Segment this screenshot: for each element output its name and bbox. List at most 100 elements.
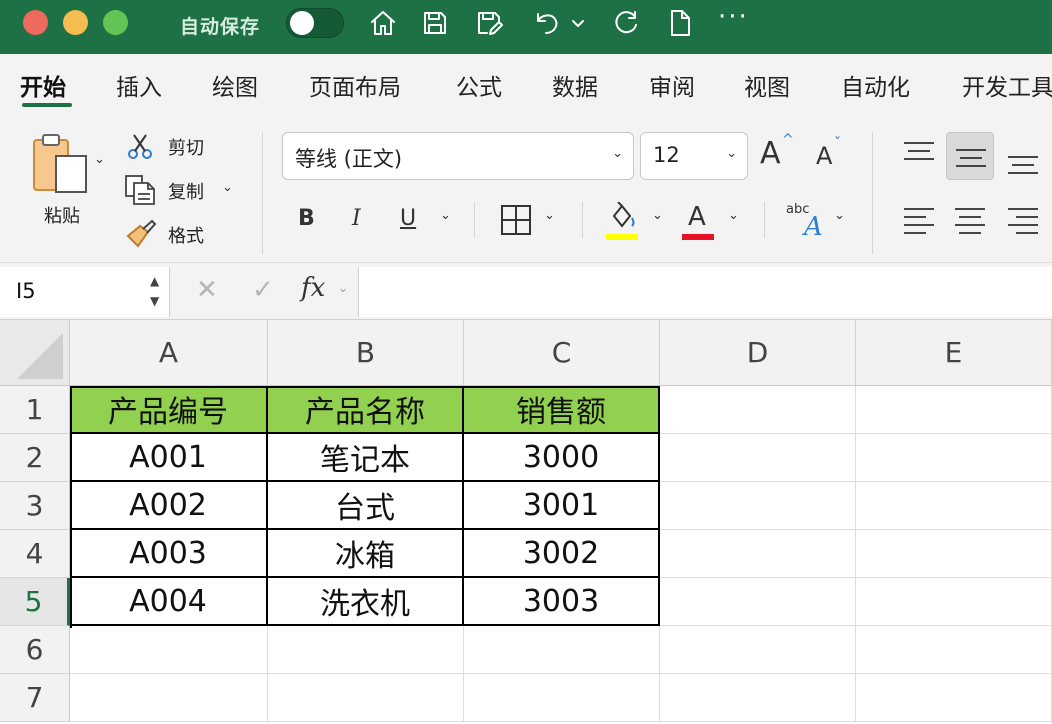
tab-formulas[interactable]: 公式 [456, 68, 502, 102]
underline-button[interactable]: U [400, 206, 416, 231]
cell-e6[interactable] [856, 626, 1052, 674]
new-file-icon[interactable] [663, 6, 697, 40]
tab-developer[interactable]: 开发工具 [962, 68, 1052, 102]
column-header-a[interactable]: A [70, 320, 268, 386]
cell-a1[interactable]: 产品编号 [70, 386, 268, 434]
cancel-icon[interactable]: ✕ [196, 275, 218, 305]
column-header-c[interactable]: C [464, 320, 660, 386]
cell-a2[interactable]: A001 [70, 434, 268, 482]
align-center-icon[interactable] [946, 196, 994, 244]
more-icon[interactable]: ··· [718, 2, 749, 32]
cell-a4[interactable]: A003 [70, 530, 268, 578]
italic-button[interactable]: I [352, 206, 361, 231]
cell-b2[interactable]: 笔记本 [268, 434, 464, 482]
column-header-e[interactable]: E [856, 320, 1052, 386]
cell-b4[interactable]: 冰箱 [268, 530, 464, 578]
column-header-d[interactable]: D [660, 320, 856, 386]
row-header-6[interactable]: 6 [0, 626, 70, 674]
font-size-select[interactable]: 12 ⌄ [640, 132, 748, 180]
align-top-icon[interactable] [896, 130, 944, 178]
copy-label[interactable]: 复制 [168, 178, 204, 204]
paste-dropdown-icon[interactable]: ⌄ [94, 152, 105, 167]
name-box-stepper-icon[interactable]: ▲ ▼ [150, 271, 159, 311]
cell-c5[interactable]: 3003 [464, 578, 660, 626]
cell-c7[interactable] [464, 674, 660, 722]
row-header-1[interactable]: 1 [0, 386, 70, 434]
cell-e3[interactable] [856, 482, 1052, 530]
save-as-icon[interactable] [472, 6, 506, 40]
cell-c3[interactable]: 3001 [464, 482, 660, 530]
formula-input[interactable] [358, 267, 1052, 317]
font-color-dropdown-icon[interactable]: ⌄ [728, 208, 739, 223]
tab-data[interactable]: 数据 [552, 68, 598, 102]
column-header-b[interactable]: B [268, 320, 464, 386]
autosave-toggle[interactable] [286, 8, 344, 38]
cell-b3[interactable]: 台式 [268, 482, 464, 530]
font-color-button[interactable]: A [688, 202, 706, 232]
format-painter-icon[interactable] [124, 218, 158, 250]
font-name-select[interactable]: 等线 (正文) ⌄ [282, 132, 634, 180]
phonetic-icon[interactable]: abc A [786, 202, 826, 242]
cell-a5[interactable]: A004 [70, 578, 268, 626]
cell-d2[interactable] [660, 434, 856, 482]
row-header-2[interactable]: 2 [0, 434, 70, 482]
select-all-button[interactable] [0, 320, 70, 386]
cut-label[interactable]: 剪切 [168, 134, 204, 160]
paste-label[interactable]: 粘贴 [44, 202, 80, 228]
undo-dropdown-icon[interactable] [568, 6, 588, 40]
cell-d1[interactable] [660, 386, 856, 434]
borders-icon[interactable] [500, 204, 532, 236]
cell-c2[interactable]: 3000 [464, 434, 660, 482]
row-header-5[interactable]: 5 [0, 578, 70, 626]
cell-b6[interactable] [268, 626, 464, 674]
copy-dropdown-icon[interactable]: ⌄ [222, 180, 233, 195]
minimize-window-button[interactable] [63, 10, 88, 35]
tab-insert[interactable]: 插入 [116, 68, 162, 102]
cell-b1[interactable]: 产品名称 [268, 386, 464, 434]
row-header-3[interactable]: 3 [0, 482, 70, 530]
cell-a3[interactable]: A002 [70, 482, 268, 530]
cell-c4[interactable]: 3002 [464, 530, 660, 578]
cell-c1[interactable]: 销售额 [464, 386, 660, 434]
format-painter-label[interactable]: 格式 [168, 222, 204, 248]
align-middle-icon[interactable] [946, 132, 994, 180]
cell-d4[interactable] [660, 530, 856, 578]
cell-c6[interactable] [464, 626, 660, 674]
insert-function-icon[interactable]: fx [301, 273, 325, 303]
fill-color-icon[interactable] [606, 201, 640, 232]
name-box[interactable]: I5 ▲ ▼ [0, 267, 170, 317]
scissors-icon[interactable] [126, 132, 154, 160]
copy-icon[interactable] [124, 174, 158, 206]
cell-d6[interactable] [660, 626, 856, 674]
paste-icon[interactable] [30, 132, 90, 196]
row-header-7[interactable]: 7 [0, 674, 70, 722]
tab-home[interactable]: 开始 [20, 68, 66, 102]
cell-e5[interactable] [856, 578, 1052, 626]
underline-dropdown-icon[interactable]: ⌄ [440, 208, 451, 223]
borders-dropdown-icon[interactable]: ⌄ [544, 208, 555, 223]
shrink-font-icon[interactable]: A ˇ [816, 136, 852, 172]
cell-d5[interactable] [660, 578, 856, 626]
cell-e7[interactable] [856, 674, 1052, 722]
close-window-button[interactable] [23, 10, 48, 35]
cell-d7[interactable] [660, 674, 856, 722]
fill-color-dropdown-icon[interactable]: ⌄ [652, 208, 663, 223]
tab-view[interactable]: 视图 [744, 68, 790, 102]
bold-button[interactable]: B [298, 206, 315, 231]
redo-icon[interactable] [609, 6, 643, 40]
tab-automate[interactable]: 自动化 [841, 68, 910, 102]
tab-page-layout[interactable]: 页面布局 [309, 68, 401, 102]
enter-icon[interactable]: ✓ [252, 275, 274, 305]
cell-a6[interactable] [70, 626, 268, 674]
save-icon[interactable] [418, 6, 452, 40]
cell-b5[interactable]: 洗衣机 [268, 578, 464, 626]
align-left-icon[interactable] [896, 196, 944, 244]
phonetic-dropdown-icon[interactable]: ⌄ [834, 208, 845, 223]
cell-a7[interactable] [70, 674, 268, 722]
home-icon[interactable] [366, 6, 400, 40]
cell-e2[interactable] [856, 434, 1052, 482]
cell-d3[interactable] [660, 482, 856, 530]
align-bottom-icon[interactable] [1000, 132, 1048, 180]
cell-b7[interactable] [268, 674, 464, 722]
tab-review[interactable]: 审阅 [649, 68, 695, 102]
